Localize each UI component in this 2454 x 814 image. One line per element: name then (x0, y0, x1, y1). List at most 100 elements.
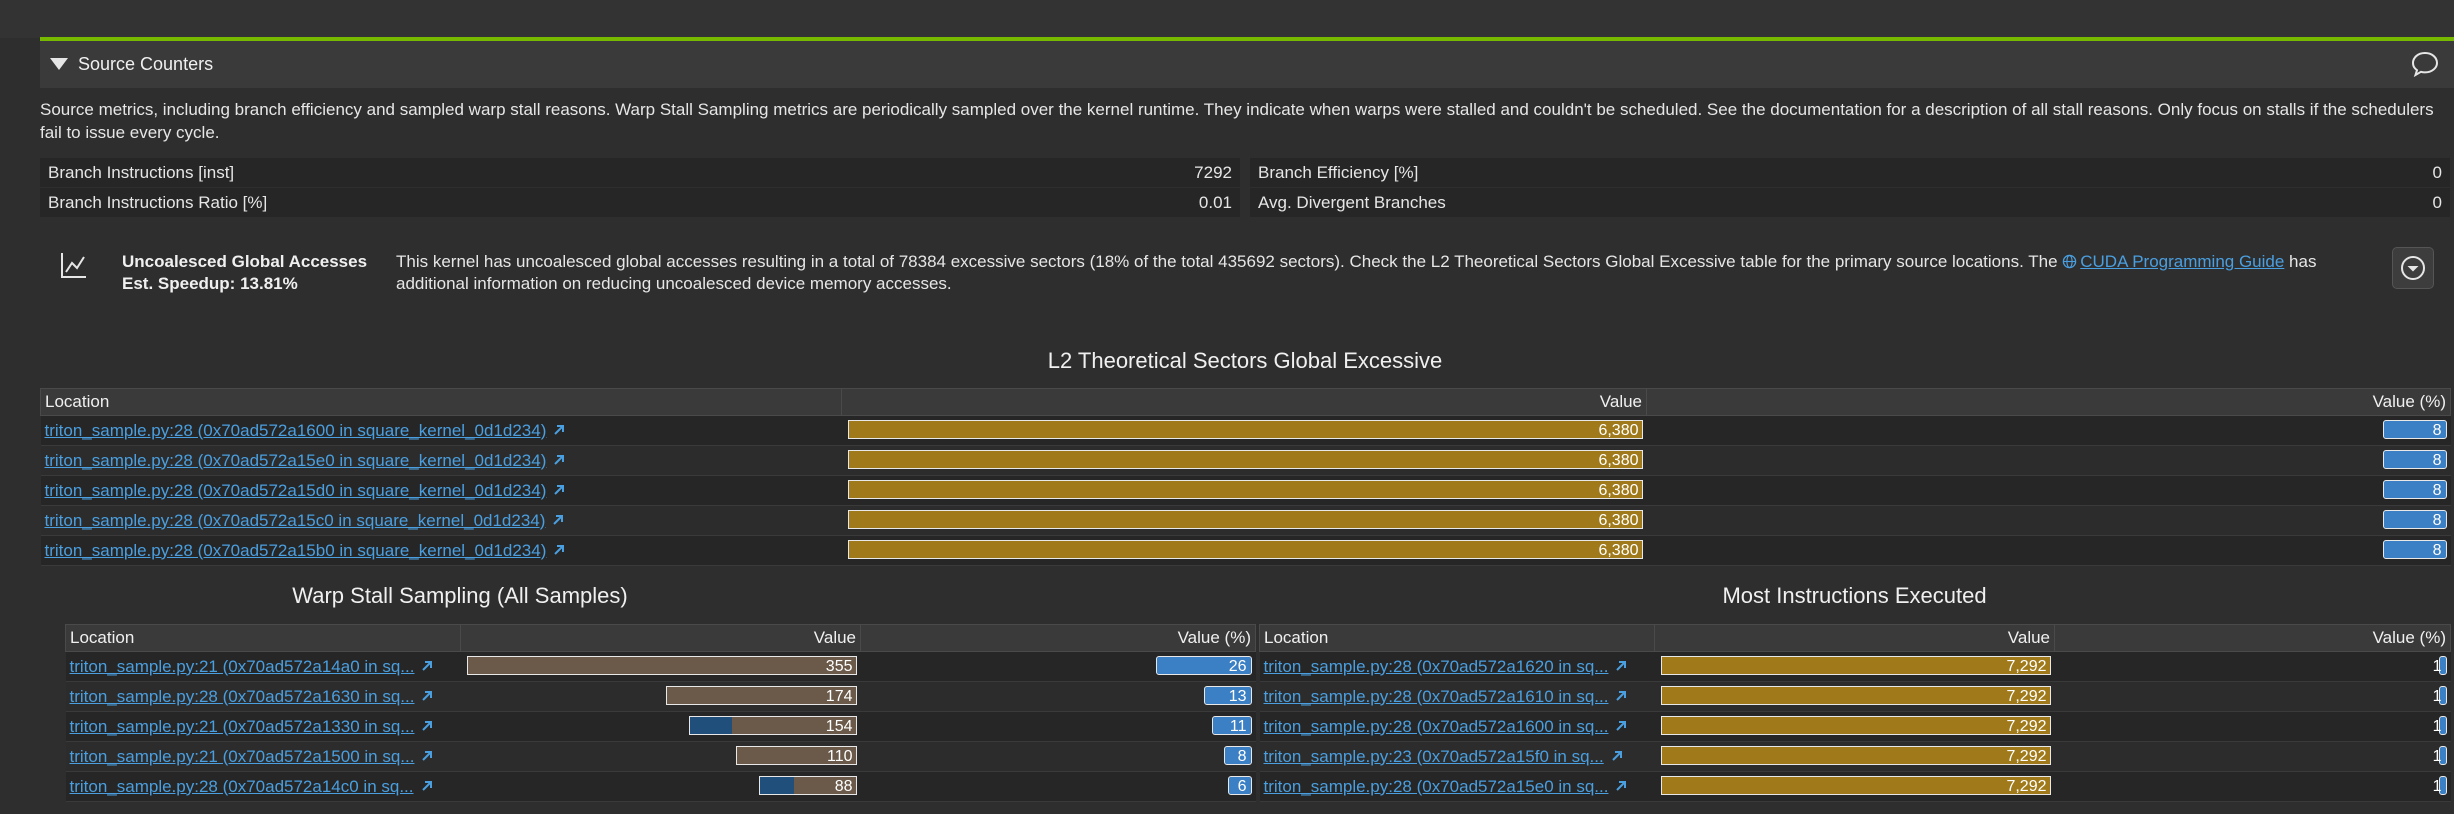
line-chart-icon (61, 253, 86, 278)
table-header-row: Location Value Value (%) (65, 624, 1256, 652)
source-location-link[interactable]: triton_sample.py:28 (0x70ad572a1600 in s… (45, 421, 547, 440)
location-cell: triton_sample.py:28 (0x70ad572a14c0 in s… (65, 771, 461, 802)
source-location-link[interactable]: triton_sample.py:28 (0x70ad572a15e0 in s… (45, 451, 547, 470)
pct-cell: 8 (1646, 535, 2451, 566)
header-location[interactable]: Location (40, 388, 842, 416)
pct-cell: 8 (1646, 445, 2451, 476)
source-location-link[interactable]: triton_sample.py:21 (0x70ad572a1500 in s… (70, 747, 415, 766)
rule-name: Uncoalesced Global Accesses (122, 252, 368, 271)
source-location-link[interactable]: triton_sample.py:28 (0x70ad572a1620 in s… (1264, 657, 1609, 676)
table-row: triton_sample.py:21 (0x70ad572a1330 in s… (65, 711, 1256, 742)
header-value-pct[interactable]: Value (%) (860, 624, 1256, 652)
table-row: triton_sample.py:28 (0x70ad572a15e0 in s… (1259, 771, 2451, 802)
source-location-link[interactable]: triton_sample.py:28 (0x70ad572a1630 in s… (70, 687, 415, 706)
value-bar: 110 (735, 746, 857, 765)
pct-number: 6 (1237, 778, 1247, 795)
open-link-icon (553, 514, 564, 525)
top-bar (0, 0, 2454, 38)
rule-uncoalesced-accesses: Uncoalesced Global Accesses Est. Speedup… (40, 227, 2450, 297)
pct-number: 8 (2432, 542, 2442, 559)
table-row: triton_sample.py:23 (0x70ad572a15f0 in s… (1259, 741, 2451, 772)
value-bar: 6,380 (847, 420, 1643, 439)
value-cell: 6,380 (841, 535, 1647, 566)
section-header[interactable]: Source Counters (40, 41, 2454, 88)
header-location[interactable]: Location (1259, 624, 1655, 652)
value-number: 174 (825, 688, 853, 705)
location-cell: triton_sample.py:21 (0x70ad572a1330 in s… (65, 711, 461, 742)
value-bar: 7,292 (1660, 746, 2051, 765)
collapse-triangle-icon[interactable] (50, 58, 68, 70)
value-number: 6,380 (1598, 422, 1639, 439)
value-number: 110 (826, 748, 853, 765)
source-location-link[interactable]: triton_sample.py:23 (0x70ad572a15f0 in s… (1264, 747, 1604, 766)
header-location[interactable]: Location (65, 624, 461, 652)
location-cell: triton_sample.py:28 (0x70ad572a1600 in s… (40, 415, 842, 446)
source-location-link[interactable]: triton_sample.py:28 (0x70ad572a1600 in s… (1264, 717, 1609, 736)
location-cell: triton_sample.py:28 (0x70ad572a1630 in s… (65, 681, 461, 712)
table-row: triton_sample.py:21 (0x70ad572a1500 in s… (65, 741, 1256, 772)
value-number: 6,380 (1598, 512, 1639, 529)
pct-number: 8 (2432, 452, 2442, 469)
value-cell: 154 (460, 711, 861, 742)
value-cell: 88 (460, 771, 861, 802)
value-bar: 6,380 (847, 540, 1643, 559)
header-value-pct[interactable]: Value (%) (1646, 388, 2451, 416)
table-row: triton_sample.py:28 (0x70ad572a14c0 in s… (65, 771, 1256, 802)
source-location-link[interactable]: triton_sample.py:28 (0x70ad572a14c0 in s… (70, 777, 414, 796)
header-value-pct[interactable]: Value (%) (2054, 624, 2451, 652)
location-cell: triton_sample.py:28 (0x70ad572a15e0 in s… (1259, 771, 1655, 802)
source-location-link[interactable]: triton_sample.py:28 (0x70ad572a15d0 in s… (45, 481, 547, 500)
expand-rule-button[interactable] (2392, 247, 2434, 289)
metric-cell: Branch Efficiency [%] 0 (1250, 158, 2450, 187)
pct-bar: 8 (2382, 510, 2447, 529)
source-location-link[interactable]: triton_sample.py:28 (0x70ad572a15b0 in s… (45, 541, 547, 560)
cuda-guide-link[interactable]: CUDA Programming Guide (2080, 252, 2284, 271)
pct-cell: 1 (2054, 711, 2451, 742)
metrics-row: Branch Instructions [inst] 7292 Branch E… (40, 158, 2450, 188)
pct-bar: 8 (2382, 480, 2447, 499)
pct-cell: 11 (860, 711, 1256, 742)
source-location-link[interactable]: triton_sample.py:21 (0x70ad572a14a0 in s… (70, 657, 415, 676)
rule-text: This kernel has uncoalesced global acces… (396, 251, 2376, 295)
pct-cell: 1 (2054, 681, 2451, 712)
source-location-link[interactable]: triton_sample.py:28 (0x70ad572a1610 in s… (1264, 687, 1609, 706)
table-row: triton_sample.py:28 (0x70ad572a1630 in s… (65, 681, 1256, 712)
pct-cell: 8 (860, 741, 1256, 772)
header-value[interactable]: Value (1654, 624, 2055, 652)
table-row: triton_sample.py:28 (0x70ad572a1600 in s… (1259, 711, 2451, 742)
metrics-row: Branch Instructions Ratio [%] 0.01 Avg. … (40, 188, 2450, 218)
metrics-grid: Branch Instructions [inst] 7292 Branch E… (40, 158, 2450, 218)
rule-speedup: Est. Speedup: 13.81% (122, 274, 298, 293)
value-bar: 355 (466, 656, 857, 675)
header-value[interactable]: Value (460, 624, 861, 652)
source-location-link[interactable]: triton_sample.py:21 (0x70ad572a1330 in s… (70, 717, 415, 736)
pct-cell: 13 (860, 681, 1256, 712)
open-link-icon (422, 720, 433, 731)
pct-bar: 1 (2433, 746, 2447, 765)
source-location-link[interactable]: triton_sample.py:28 (0x70ad572a15e0 in s… (1264, 777, 1609, 796)
header-value[interactable]: Value (841, 388, 1647, 416)
open-link-icon (1616, 690, 1627, 701)
pct-bar: 8 (2382, 450, 2447, 469)
value-number: 7,292 (2006, 778, 2047, 795)
pct-number: 8 (1237, 748, 1247, 765)
comment-icon[interactable] (2410, 49, 2440, 79)
pct-bar: 26 (1155, 656, 1252, 675)
location-cell: triton_sample.py:28 (0x70ad572a15d0 in s… (40, 475, 842, 506)
chevron-down-icon (2401, 256, 2425, 280)
value-bar: 6,380 (847, 450, 1643, 469)
pct-cell: 8 (1646, 475, 2451, 506)
l2-sectors-table: Location Value Value (%) triton_sample.p… (40, 388, 2451, 566)
pct-cell: 6 (860, 771, 1256, 802)
pct-number: 1 (2432, 778, 2442, 795)
open-link-icon (1616, 780, 1627, 791)
metric-value: 0.01 (1198, 193, 1232, 212)
value-cell: 6,380 (841, 445, 1647, 476)
value-cell: 6,380 (841, 505, 1647, 536)
table-header-row: Location Value Value (%) (40, 388, 2451, 416)
open-link-icon (554, 484, 565, 495)
pct-number: 26 (1228, 658, 1247, 675)
metric-value: 7292 (1194, 163, 1232, 182)
pct-number: 8 (2432, 512, 2442, 529)
source-location-link[interactable]: triton_sample.py:28 (0x70ad572a15c0 in s… (45, 511, 546, 530)
